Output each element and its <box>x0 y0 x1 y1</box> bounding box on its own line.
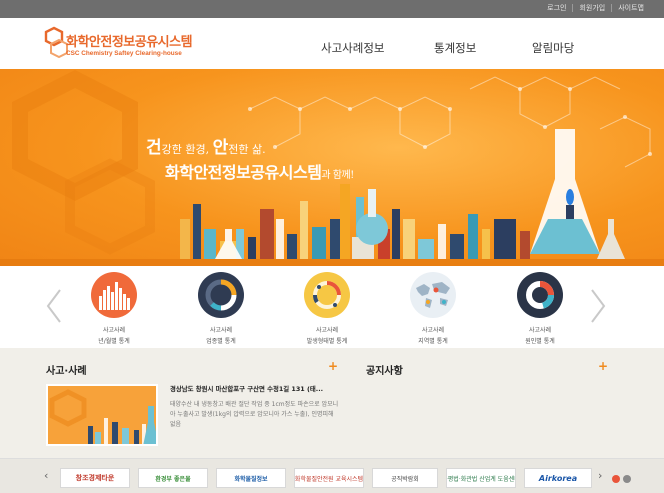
hero-headline: 화학안전정보공유시스템과 함께! <box>165 159 354 183</box>
banner-creative-economy[interactable]: 창조경제타운 <box>60 468 130 488</box>
stat-label-line2: 업종별 통계 <box>206 338 236 345</box>
top-utility-bar: 로그인 회원가입 사이트맵 <box>0 0 664 18</box>
tagline-initial-1: 건 <box>146 138 162 158</box>
site-header: 화학안전정보공유시스템 CSC Chemistry Saftey Clearin… <box>0 18 664 69</box>
accidents-section-title: 사고·사례 <box>46 366 87 377</box>
bar-chart-icon <box>91 272 137 318</box>
accident-thumbnail[interactable] <box>46 384 158 446</box>
nav-notice-board[interactable]: 알림마당 <box>532 40 574 56</box>
banner-chemical-safety-education[interactable]: 화학물질안전원 교육시스템 <box>294 468 364 488</box>
stat-label-line2: 년/월별 통계 <box>98 338 130 345</box>
stat-by-occurrence-type[interactable]: 사고사례 발생형태별 통계 <box>292 272 362 345</box>
signup-link[interactable]: 회원가입 <box>579 3 605 13</box>
stat-by-year-month[interactable]: 사고사례 년/월별 통계 <box>79 272 149 345</box>
stat-label-line1: 사고사례 <box>209 327 233 334</box>
site-logo[interactable]: 화학안전정보공유시스템 CSC Chemistry Saftey Clearin… <box>44 26 204 66</box>
world-map-icon <box>410 272 456 318</box>
notices-more-plus-icon[interactable]: + <box>598 359 608 373</box>
accidents-more-plus-icon[interactable]: + <box>328 359 338 373</box>
banner-moe-good-water[interactable]: 환경부 좋은물 <box>138 468 208 488</box>
banner-play-icon[interactable] <box>623 475 631 483</box>
accident-news-title[interactable]: 경상남도 창원시 마산합포구 구산면 수정1길 131 (태... <box>170 384 323 393</box>
content-area: 사고·사례 + 경상남도 창원시 마산합포구 구산면 수정1길 131 (태..… <box>0 348 664 458</box>
banner-prev-icon[interactable]: ‹ <box>44 469 48 482</box>
chevron-left-icon[interactable] <box>44 288 64 324</box>
chevron-right-icon[interactable] <box>588 288 608 324</box>
accident-news-summary: 태양수산 내 냉동창고 배관 절단 작업 중 1cm정도 파손으로 암모니아 누… <box>170 401 339 428</box>
nav-accident-info[interactable]: 사고사례정보 <box>321 40 384 56</box>
partner-banner-strip: ‹ 창조경제타운 환경부 좋은물 화학물질정보 화학물질안전원 교육시스템 공직… <box>0 458 664 493</box>
logo-title: 화학안전정보공유시스템 <box>66 35 193 50</box>
stat-by-industry[interactable]: 사고사례 업종별 통계 <box>186 272 256 345</box>
tagline-text-1: 강한 환경, <box>161 143 213 156</box>
stat-by-region[interactable]: 사고사례 지역별 통계 <box>398 272 468 345</box>
banner-airkorea[interactable]: Airkorea <box>524 468 592 488</box>
tagline-text-2: 전한 삶. <box>228 143 266 156</box>
tagline-initial-2: 안 <box>212 138 229 158</box>
login-link[interactable]: 로그인 <box>547 3 566 13</box>
hero-tagline: 건강한 환경, 안전한 삶. <box>146 133 266 158</box>
stat-label-line1: 사고사례 <box>528 327 552 334</box>
banner-chemical-info[interactable]: 화학물질정보 <box>216 468 286 488</box>
stat-label-line1: 사고사례 <box>315 327 339 334</box>
stat-label-line2: 원인별 통계 <box>525 338 555 345</box>
nav-statistics[interactable]: 통계정보 <box>434 40 476 56</box>
stat-label-line1: 사고사례 <box>102 327 126 334</box>
statistics-carousel: 사고사례 년/월별 통계 사고사례 업종별 통계 사고사례 발생형태별 통계 사… <box>0 266 664 348</box>
pie-ring-icon <box>304 272 350 318</box>
hero-headline-tail: 과 함께! <box>321 170 354 181</box>
stat-label-line2: 발생형태별 통계 <box>306 338 348 345</box>
divider <box>611 4 613 12</box>
utility-links: 로그인 회원가입 사이트맵 <box>547 3 644 13</box>
banner-public-service-fair[interactable]: 공직박람회 <box>372 468 438 488</box>
chemistry-thumbnail-image <box>48 386 156 444</box>
notices-section-title: 공지사항 <box>366 366 403 377</box>
divider <box>572 4 574 12</box>
ring-chart-icon <box>517 272 563 318</box>
hero-banner: 건강한 환경, 안전한 삶. 화학안전정보공유시스템과 함께! <box>0 69 664 266</box>
sitemap-link[interactable]: 사이트맵 <box>618 3 644 13</box>
banner-industry-help-center[interactable]: 화평법·화관법 산업계 도움센터 <box>446 468 516 488</box>
banner-stop-icon[interactable] <box>612 475 620 483</box>
stat-by-cause[interactable]: 사고사례 원인별 통계 <box>505 272 575 345</box>
banner-next-icon[interactable]: › <box>598 469 602 482</box>
donut-chart-icon <box>198 272 244 318</box>
stat-label-line1: 사고사례 <box>421 327 445 334</box>
hero-system-name: 화학안전정보공유시스템 <box>165 163 322 182</box>
stat-label-line2: 지역별 통계 <box>418 338 448 345</box>
logo-subtitle: CSC Chemistry Saftey Clearing-house <box>66 50 182 57</box>
